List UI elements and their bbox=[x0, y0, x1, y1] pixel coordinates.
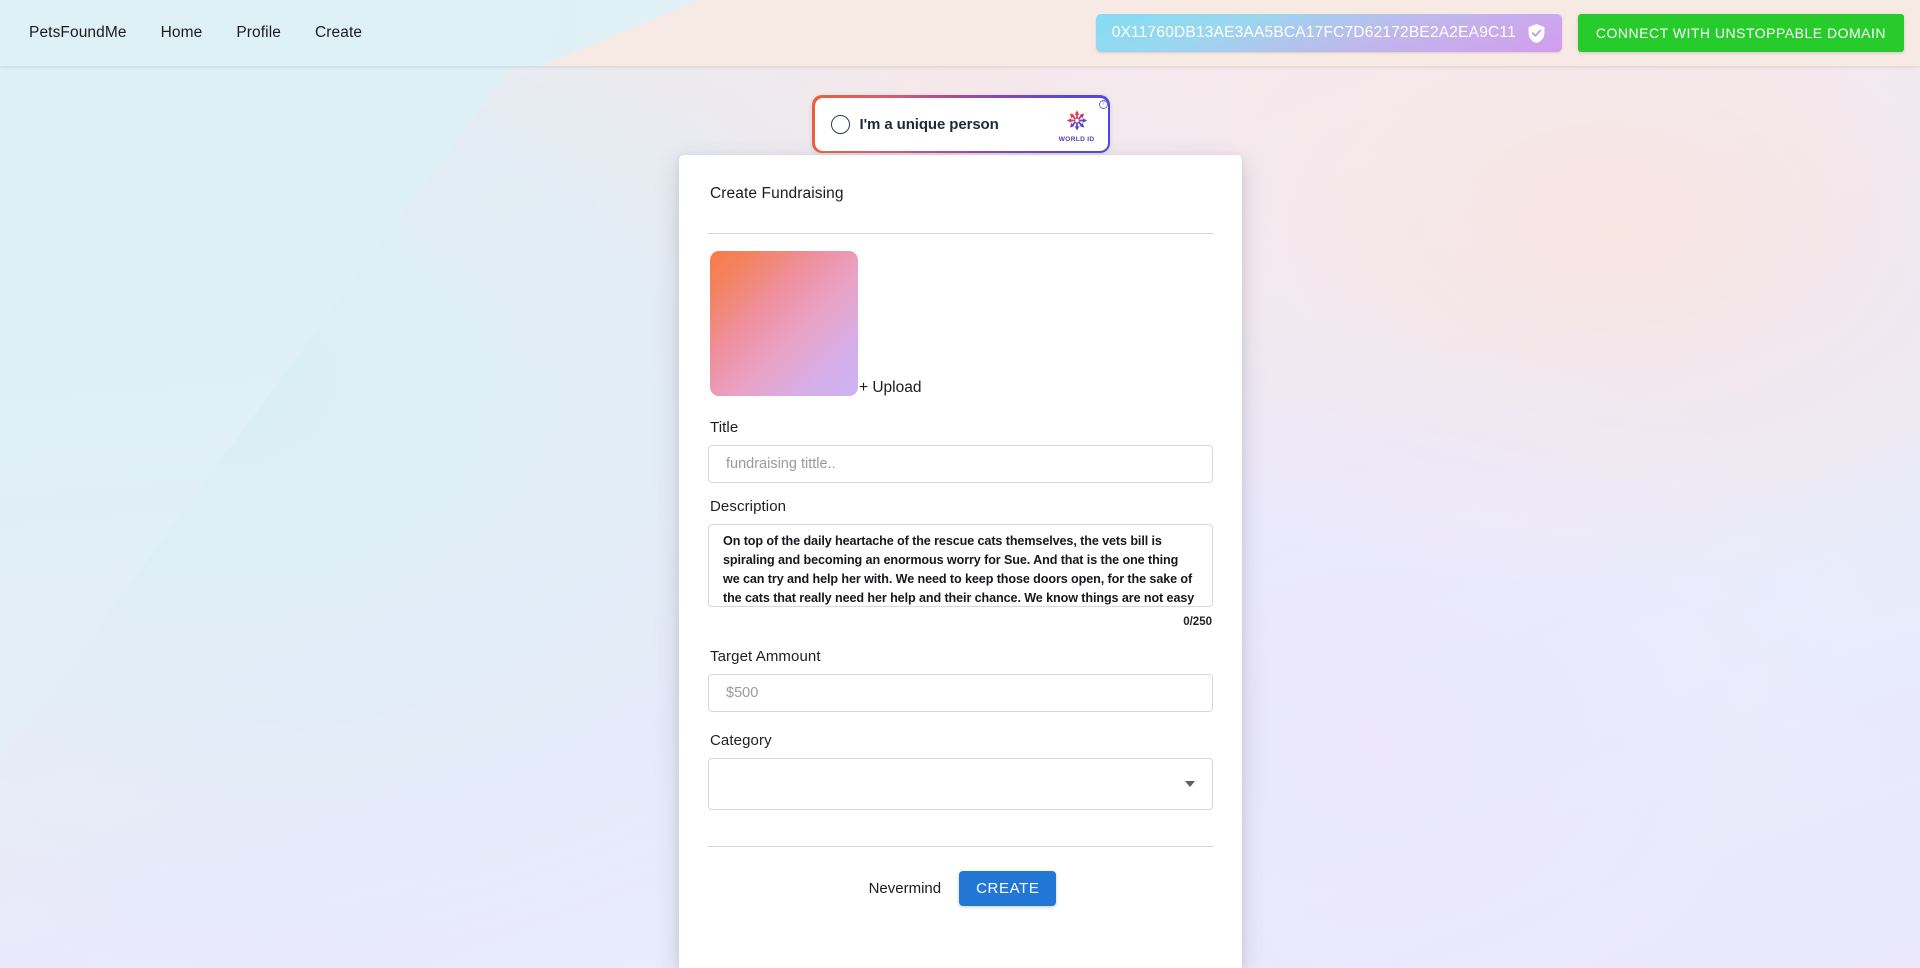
category-select[interactable] bbox=[708, 758, 1213, 810]
category-field-label: Category bbox=[710, 732, 772, 749]
empty-circle-icon[interactable] bbox=[830, 114, 850, 134]
top-navbar: PetsFoundMe Home Profile Create 0X11760D… bbox=[0, 0, 1920, 66]
create-button[interactable]: CREATE bbox=[959, 871, 1057, 906]
dialog-header-divider bbox=[708, 233, 1213, 234]
description-character-counter: 0/250 bbox=[1183, 616, 1212, 628]
title-field-label: Title bbox=[710, 419, 739, 436]
nav-item-create[interactable]: Create bbox=[313, 20, 364, 46]
fundraising-image-preview[interactable] bbox=[710, 251, 858, 396]
create-fundraising-dialog: Create Fundraising + Upload Title Descri… bbox=[679, 155, 1242, 968]
upload-image-button[interactable]: + Upload bbox=[859, 379, 921, 397]
navbar-right-controls: 0X11760DB13AE3AA5BCA17FC7D62172BE2A2EA9C… bbox=[1095, 0, 1904, 66]
nav-item-profile[interactable]: Profile bbox=[234, 20, 283, 46]
nav-item-home[interactable]: Home bbox=[159, 20, 205, 46]
world-id-label: I'm a unique person bbox=[859, 115, 999, 133]
dialog-title: Create Fundraising bbox=[710, 185, 844, 202]
title-input[interactable] bbox=[708, 445, 1213, 483]
cancel-button[interactable]: Nevermind bbox=[865, 874, 946, 903]
shield-check-icon bbox=[1528, 23, 1545, 43]
world-id-logo-text: WORLD ID bbox=[1058, 135, 1095, 143]
wallet-address-chip[interactable]: 0X11760DB13AE3AA5BCA17FC7D62172BE2A2EA9C… bbox=[1095, 14, 1562, 52]
chevron-down-icon bbox=[1185, 781, 1195, 787]
target-amount-field-label: Target Ammount bbox=[710, 648, 821, 665]
nav-brand-petsfoundme[interactable]: PetsFoundMe bbox=[27, 20, 129, 46]
wallet-address-text: 0X11760DB13AE3AA5BCA17FC7D62172BE2A2EA9C… bbox=[1111, 24, 1516, 41]
description-text-content: On top of the daily heartache of the res… bbox=[723, 534, 1195, 606]
world-id-branding: WORLD ID ? bbox=[1058, 99, 1108, 143]
question-mark-icon[interactable]: ? bbox=[1098, 99, 1108, 109]
description-field-label: Description bbox=[710, 498, 787, 515]
navbar-links: PetsFoundMe Home Profile Create bbox=[27, 20, 364, 46]
image-upload-section: + Upload bbox=[708, 251, 1213, 399]
world-id-logo-icon bbox=[1066, 109, 1087, 131]
dialog-footer-divider bbox=[708, 846, 1213, 847]
connect-unstoppable-domain-button[interactable]: CONNECT WITH UNSTOPPABLE DOMAIN bbox=[1577, 14, 1904, 52]
world-id-widget-inner: I'm a unique person WORLD ID ? bbox=[814, 97, 1108, 151]
dialog-actions: Nevermind CREATE bbox=[708, 871, 1213, 906]
world-id-verify-widget[interactable]: I'm a unique person WORLD ID ? bbox=[812, 95, 1110, 153]
description-textarea[interactable]: On top of the daily heartache of the res… bbox=[708, 524, 1213, 607]
target-amount-input[interactable] bbox=[708, 674, 1213, 712]
